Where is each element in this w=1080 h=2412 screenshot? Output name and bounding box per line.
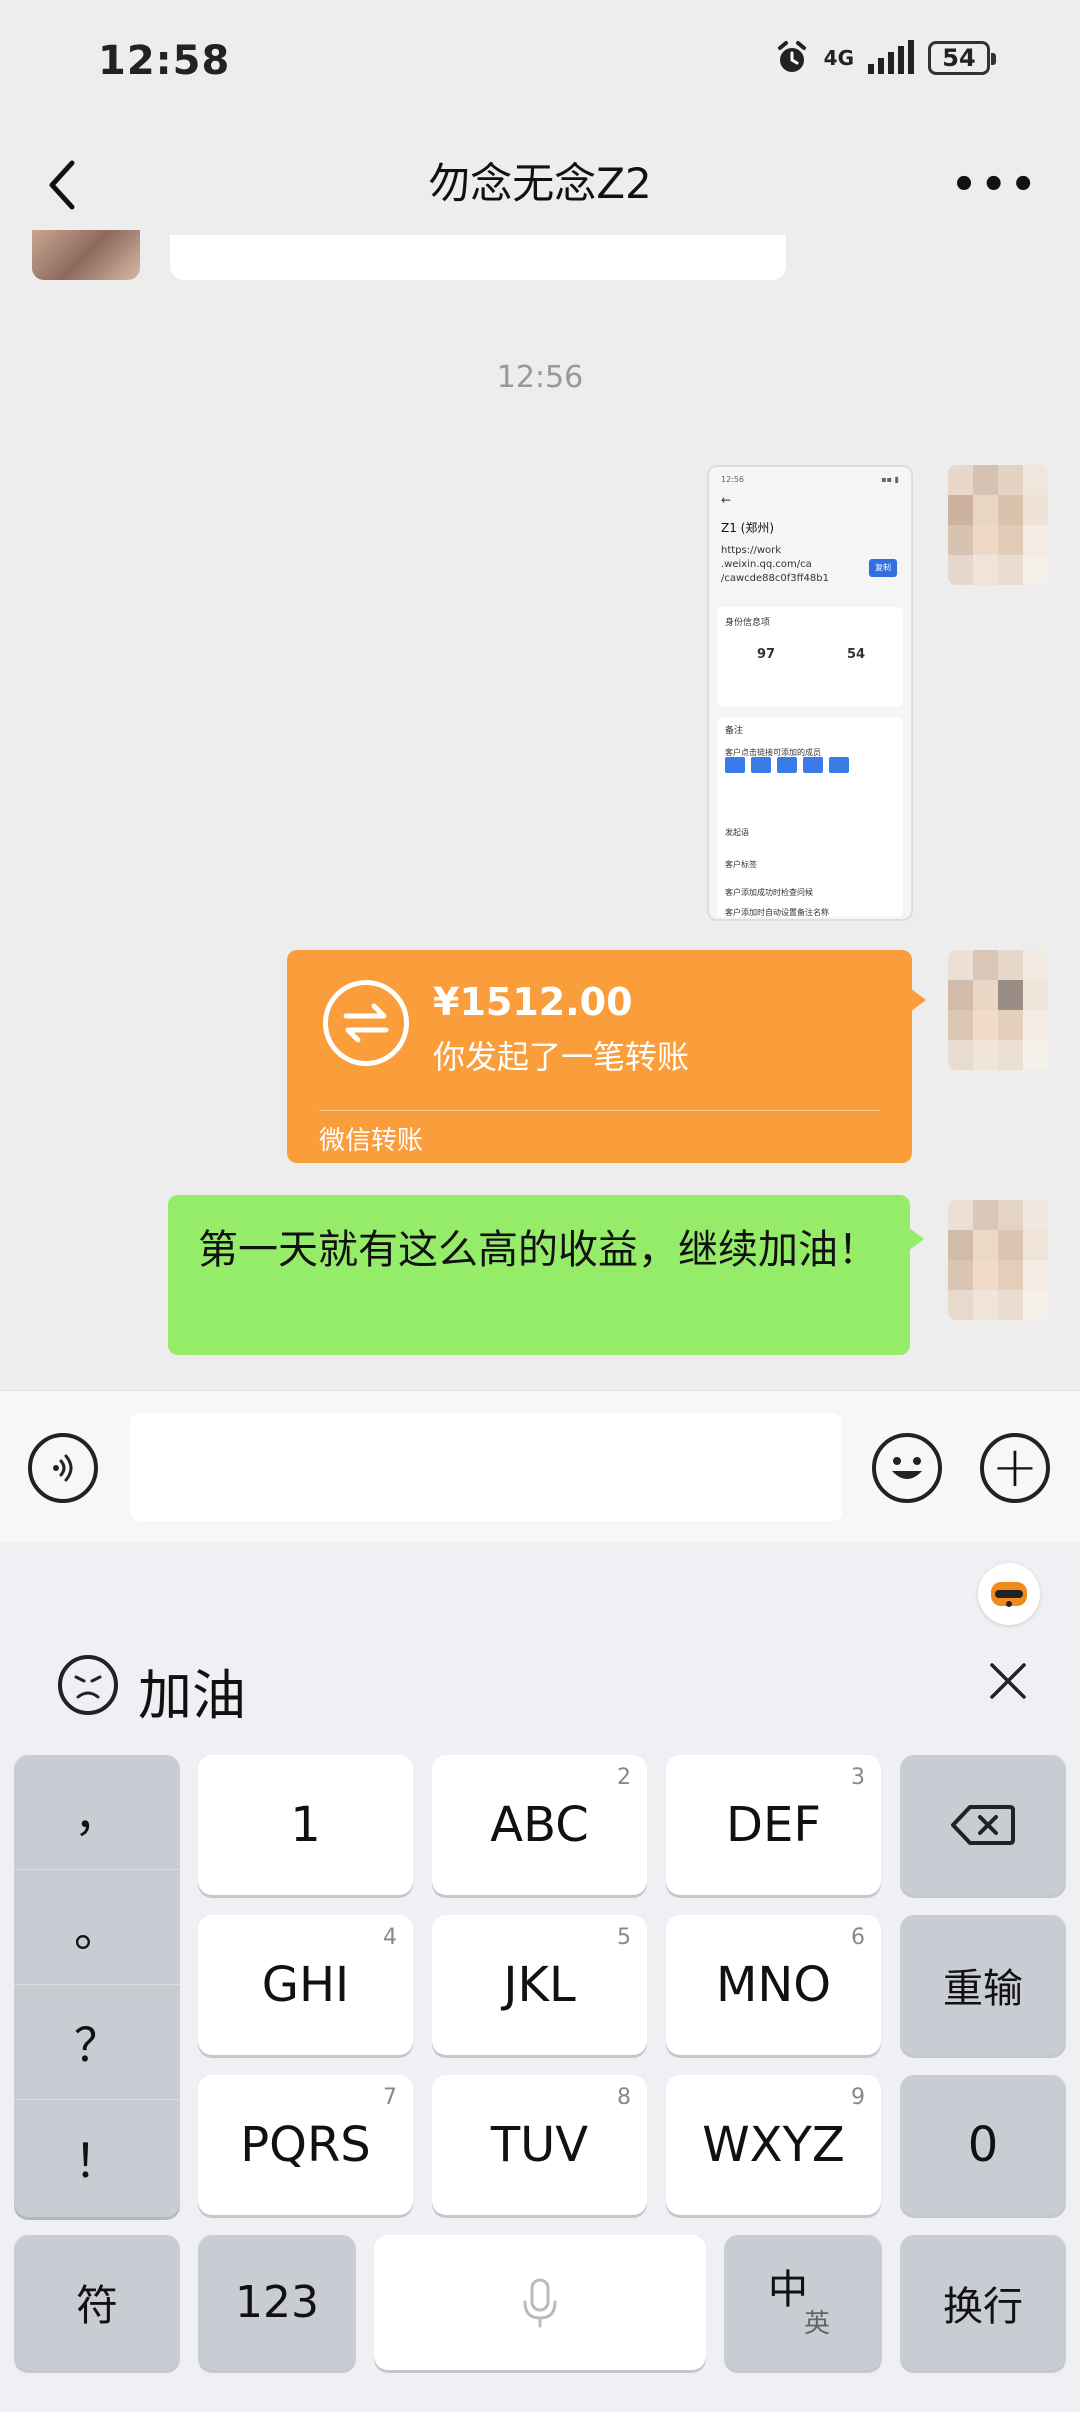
shot-status-icons: ▪▪ ▮: [881, 475, 899, 484]
signal-icon: [868, 40, 914, 74]
transfer-amount: ¥1512.00: [433, 980, 633, 1024]
emoji-icon[interactable]: [872, 1433, 942, 1503]
key-pqrs[interactable]: PQRS 7: [198, 2075, 413, 2215]
lang-main: 中: [768, 2267, 808, 2313]
key-label: PQRS: [240, 2117, 371, 2173]
key-0[interactable]: 0: [900, 2075, 1066, 2215]
shot-section: 身份信息项: [725, 618, 771, 628]
shot-folder-icons: [725, 757, 849, 773]
microphone-icon: [523, 2278, 557, 2327]
key-label: JKL: [503, 1957, 576, 2013]
candidate-word[interactable]: 加油: [138, 1651, 246, 1730]
key-label: 0: [967, 2117, 999, 2173]
transfer-message[interactable]: ¥1512.00 你发起了一笔转账 微信转账: [287, 950, 926, 1163]
previous-message-bubble[interactable]: [170, 235, 786, 280]
transfer-divider: [319, 1110, 880, 1111]
shot-url-1: https://work: [721, 545, 782, 556]
key-mno[interactable]: MNO 6: [666, 1915, 881, 2055]
key-jkl[interactable]: JKL 5: [432, 1915, 647, 2055]
space-voice-key[interactable]: [374, 2235, 706, 2370]
message-input[interactable]: [130, 1413, 842, 1521]
shot-contact: Z1 (郑州): [721, 521, 775, 535]
more-options-icon[interactable]: •••: [951, 162, 1040, 208]
key-label: TUV: [490, 2117, 589, 2173]
input-method-keyboard: 加油 ， 。 ？ ！ 1 ABC 2 DEF 3 GHI 4 JKL 5 MNO…: [0, 1543, 1080, 2412]
punct-key-comma[interactable]: ，: [14, 1755, 180, 1870]
key-label: 符: [75, 2281, 118, 2330]
key-label: WXYZ: [702, 2117, 845, 2173]
key-label: MNO: [715, 1957, 832, 2013]
punct-key-exclamation[interactable]: ！: [14, 2100, 180, 2215]
reenter-key[interactable]: 重输: [900, 1915, 1066, 2055]
self-avatar[interactable]: [948, 950, 1048, 1070]
battery-level: 54: [942, 44, 976, 72]
status-time: 12:58: [98, 38, 231, 84]
key-label: 123: [235, 2277, 319, 2328]
key-number-hint: 7: [383, 2085, 397, 2110]
backspace-icon: [951, 1805, 1015, 1845]
key-number-hint: 4: [383, 1925, 397, 1950]
key-label: GHI: [261, 1957, 350, 2013]
self-avatar[interactable]: [948, 465, 1048, 585]
key-number-hint: 8: [617, 2085, 631, 2110]
candidate-emoji-icon[interactable]: [58, 1655, 118, 1715]
symbols-key[interactable]: 符: [14, 2235, 180, 2370]
message-text: 第一天就有这么高的收益，继续加油！: [198, 1227, 878, 1273]
key-number-hint: 6: [851, 1925, 865, 1950]
language-switch-key[interactable]: 中 英: [724, 2235, 882, 2370]
key-number-hint: 3: [851, 1765, 865, 1790]
battery-icon: 54: [928, 41, 996, 75]
lang-sub: 英: [804, 2309, 831, 2339]
shot-time: 12:56: [721, 475, 745, 484]
key-abc[interactable]: ABC 2: [432, 1755, 647, 1895]
key-number-hint: 5: [617, 1925, 631, 1950]
shot-item: 备注: [725, 726, 744, 736]
numbers-key[interactable]: 123: [198, 2235, 356, 2370]
punct-key-period[interactable]: 。: [14, 1870, 180, 1985]
contact-avatar[interactable]: [32, 230, 140, 280]
punctuation-column: ， 。 ？ ！: [14, 1755, 180, 2217]
add-more-icon[interactable]: +: [980, 1433, 1050, 1503]
alarm-icon: [777, 41, 806, 72]
key-label: 换行: [943, 2283, 1023, 2330]
shot-back-icon: ←: [721, 493, 732, 507]
key-def[interactable]: DEF 3: [666, 1755, 881, 1895]
shot-copy-button: 复制: [869, 559, 897, 577]
shot-item: 发起语: [725, 828, 749, 837]
key-label: ABC: [490, 1797, 589, 1853]
network-type: 4G: [823, 46, 854, 70]
shared-screenshot-image[interactable]: 12:56 ▪▪ ▮ ← Z1 (郑州) https://work .weixin…: [707, 465, 913, 921]
punct-key-question[interactable]: ？: [14, 1985, 180, 2100]
chat-title: 勿念无念Z2: [428, 159, 652, 208]
transfer-description: 你发起了一笔转账: [433, 1038, 690, 1076]
key-wxyz[interactable]: WXYZ 9: [666, 2075, 881, 2215]
transfer-arrows-icon: [323, 980, 409, 1066]
status-icons: 4G 54: [774, 40, 996, 76]
shot-item: 客户标签: [725, 860, 757, 869]
chat-input-bar: +: [0, 1390, 1080, 1543]
key-label: 重输: [943, 1966, 1023, 2012]
shot-stat-2: 54: [847, 647, 866, 662]
close-candidates-icon[interactable]: [986, 1659, 1030, 1703]
key-label: DEF: [726, 1797, 821, 1853]
key-1[interactable]: 1: [198, 1755, 413, 1895]
message-timestamp: 12:56: [496, 360, 584, 395]
shot-stat-1: 97: [757, 647, 776, 662]
key-label: 1: [290, 1797, 321, 1853]
newline-key[interactable]: 换行: [900, 2235, 1066, 2370]
shot-item: 客户添加时自动设置备注名称: [725, 908, 829, 917]
sent-text-message[interactable]: 第一天就有这么高的收益，继续加油！: [168, 1195, 924, 1355]
key-tuv[interactable]: TUV 8: [432, 2075, 647, 2215]
backspace-key[interactable]: [900, 1755, 1066, 1895]
transfer-label: 微信转账: [319, 1126, 424, 1156]
keyboard-mascot-icon[interactable]: [978, 1563, 1040, 1625]
key-ghi[interactable]: GHI 4: [198, 1915, 413, 2055]
voice-input-icon[interactable]: [28, 1433, 98, 1503]
self-avatar[interactable]: [948, 1200, 1048, 1320]
key-number-hint: 9: [851, 2085, 865, 2110]
key-number-hint: 2: [617, 1765, 631, 1790]
shot-item: 客户添加成功时检查问候: [725, 888, 813, 897]
